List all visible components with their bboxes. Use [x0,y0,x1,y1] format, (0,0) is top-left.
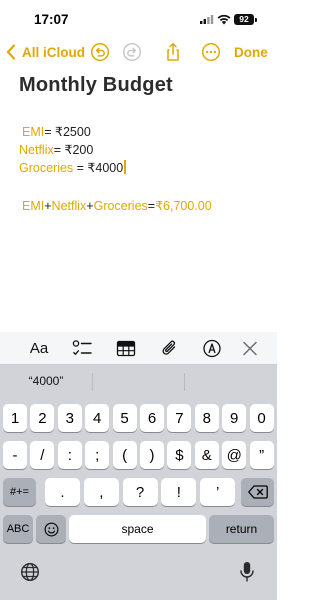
key[interactable]: 7 [167,404,192,432]
note-line-groceries[interactable]: Groceries = ₹4000 [19,160,126,175]
undo-icon[interactable] [90,42,110,62]
key[interactable]: : [57,441,82,469]
emoji-key[interactable] [36,515,66,543]
battery-level: 92 [239,14,249,24]
checklist-icon[interactable] [72,339,92,358]
share-icon[interactable] [163,42,183,62]
key[interactable]: 8 [194,404,219,432]
redo-icon[interactable] [122,42,142,62]
key[interactable]: 1 [3,404,27,432]
key[interactable]: ” [249,441,274,469]
key[interactable]: , [83,478,119,506]
note-title[interactable]: Monthly Budget [19,74,173,97]
variable-value: = ₹4000 [73,161,124,175]
key[interactable]: ! [161,478,197,506]
formula-equals: = [147,199,156,213]
notes-format-toolbar: Aa [0,332,277,365]
key[interactable]: / [30,441,55,469]
markup-pen-icon[interactable] [202,339,222,358]
note-math-formula[interactable]: EMI+Netflix+Groceries=₹6,700.00 [22,198,212,213]
paperclip-icon[interactable] [160,339,180,358]
cellular-signal-icon [200,15,214,24]
formula-result: ₹6,700.00 [155,199,212,213]
formula-operator: + [44,199,52,213]
notes-nav-bar: All iCloud Done [0,40,277,66]
table-icon[interactable] [116,339,136,358]
key[interactable]: ? [122,478,158,506]
text-cursor [124,160,126,174]
key[interactable]: 0 [249,404,274,432]
key[interactable]: @ [222,441,247,469]
backspace-key[interactable] [241,478,274,506]
return-key[interactable]: return [209,515,274,543]
variable-label: Groceries [19,161,74,175]
close-icon[interactable] [241,339,259,358]
key[interactable]: ( [112,441,137,469]
backspace-icon [247,485,268,499]
globe-icon[interactable] [20,562,40,582]
more-options-icon[interactable] [201,42,221,62]
text-format-button[interactable]: Aa [28,339,50,358]
key[interactable]: 4 [85,404,110,432]
key[interactable]: - [3,441,27,469]
microphone-icon[interactable] [239,561,255,583]
emoji-icon [44,522,58,536]
formula-term: Groceries [93,199,148,213]
suggestion-divider [184,373,185,391]
key[interactable]: ; [85,441,110,469]
formula-operator: + [86,199,94,213]
key[interactable]: & [194,441,219,469]
key[interactable]: 9 [222,404,247,432]
battery-icon: 92 [234,14,257,25]
suggestion-item[interactable]: “4000” [0,374,92,388]
keyboard: Aa “4000” #+= ABC space return 1 2 3 4 5… [0,332,277,600]
variable-value: = ₹2500 [44,125,91,139]
back-button[interactable]: All iCloud [6,44,85,60]
wifi-icon [217,14,231,25]
abc-key[interactable]: ABC [3,515,33,543]
key[interactable]: 2 [30,404,55,432]
key[interactable]: $ [167,441,192,469]
formula-term: EMI [22,199,45,213]
symbols-toggle-key[interactable]: #+= [3,478,36,506]
chevron-left-icon [6,44,16,60]
formula-term: Netflix [51,199,87,213]
status-time: 17:07 [34,12,69,27]
key[interactable]: 5 [112,404,137,432]
suggestion-divider [92,373,93,391]
predictive-bar: “4000” [0,365,277,401]
key[interactable]: . [45,478,80,506]
key[interactable]: 6 [140,404,164,432]
key[interactable]: 3 [57,404,82,432]
back-label: All iCloud [22,44,85,60]
variable-label: EMI [22,125,45,139]
space-key[interactable]: space [69,515,206,543]
key[interactable]: ) [140,441,164,469]
done-button[interactable]: Done [234,45,268,60]
status-bar: 17:07 92 [0,0,277,40]
variable-value: = ₹200 [53,143,94,157]
key[interactable]: ’ [200,478,236,506]
note-line-emi[interactable]: EMI= ₹2500 [22,124,91,139]
variable-label: Netflix [19,143,54,157]
note-line-netflix[interactable]: Netflix= ₹200 [19,142,93,157]
